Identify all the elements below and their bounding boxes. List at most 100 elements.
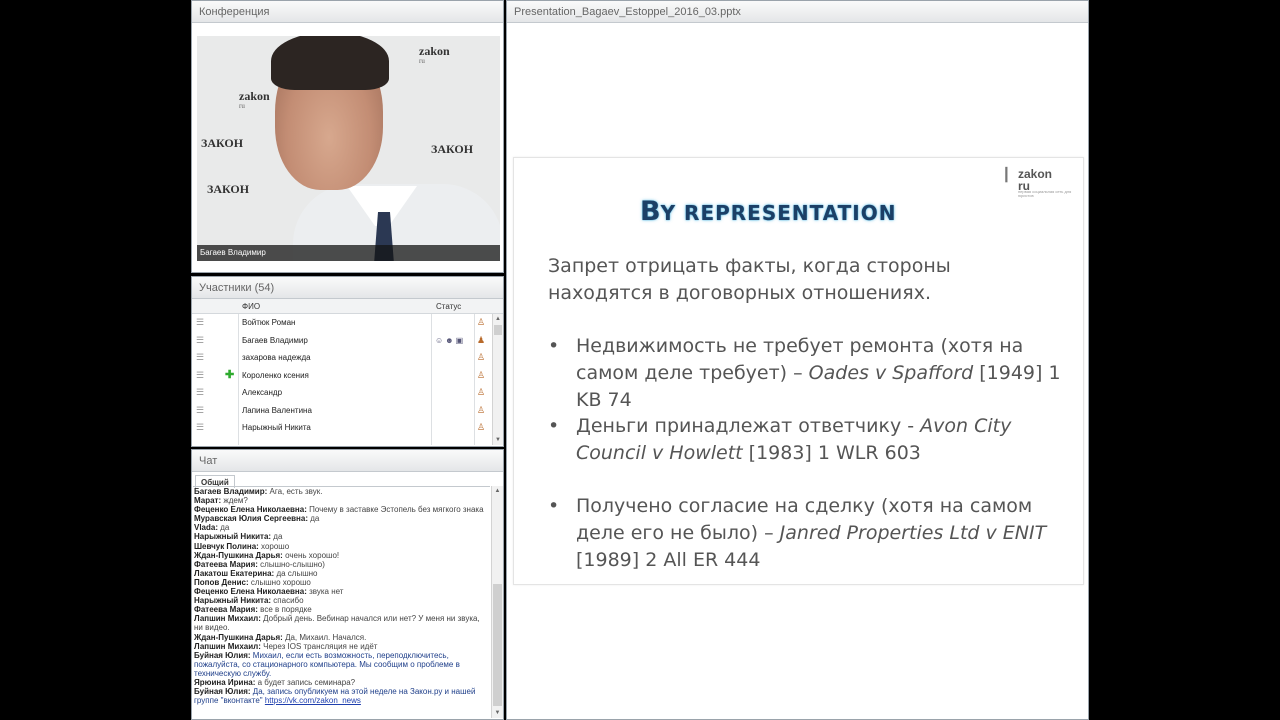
participant-row[interactable]: ☰ Войтюк Роман ♙ [192,314,503,332]
participant-row[interactable]: ☰ Нарыжный Никита ♙ [192,419,503,437]
chat-text: хорошо [258,541,290,551]
chat-message: Попов Денис: слышно хорошо [194,578,489,587]
chat-message: Муравская Юлия Сергеевна: да [194,514,489,523]
chat-message: Фатеева Мария: слышно-слышно) [194,560,489,569]
chat-message: Лапшин Михаил: Через IOS трансляция не и… [194,642,489,651]
chat-text: да [308,514,320,524]
chat-text: Ага, есть звук. [267,487,323,496]
chat-author: Лапшин Михаил: [194,614,261,624]
chat-author: Муравская Юлия Сергеевна: [194,514,309,524]
participant-row[interactable]: ☰ Александр ♙ [192,384,503,402]
slide-intro: Запрет отрицать факты, когда стороны нах… [548,255,951,304]
chat-author: Багаев Владимир: [194,487,268,496]
speaker-hair [271,36,389,90]
scroll-up-icon[interactable]: ▲ [492,486,503,496]
chat-author: Феценко Елена Николаевна: [194,587,307,597]
participant-name: захарова надежда [242,353,311,362]
speaker-video: zakonru zakonru ЗАКОН ЗАКОН ЗАКОН zakonr… [197,36,500,261]
chat-author: Ждан-Пушкина Дарья: [194,550,283,560]
presenter-user-icon: ♟ [477,334,486,345]
chat-text: Да, Михаил. Начался. [282,632,367,642]
raise-hand-plus-icon: ✚ [225,368,235,381]
zakon-logo: ꟾ zakon ru первая социальная сеть для юри… [1004,167,1072,198]
slide-bullet: Деньги принадлежат ответчику - Avon City… [548,413,1081,467]
chat-author: Буйная Юлия: [194,650,251,660]
participants-table-header: ФИО Статус [192,299,503,314]
row-menu-icon[interactable]: ☰ [196,402,204,420]
row-menu-icon[interactable]: ☰ [196,384,204,402]
chat-text: слышно хорошо [248,577,311,587]
chat-message: Багаев Владимир: Ага, есть звук. [194,487,489,496]
chat-message: Лапшин Михаил: Добрый день. Вебинар нача… [194,614,489,632]
participant-name: Александр [242,388,283,397]
chat-message: Феценко Елена Николаевна: Почему в заста… [194,505,489,514]
user-icon: ♙ [477,352,486,362]
chat-log: Багаев Владимир: Ага, есть звук. Марат: ж… [193,486,490,716]
chat-text: все в порядке [257,605,312,615]
chat-text: да [271,532,283,542]
chat-text: Через IOS трансляция не идёт [260,641,378,651]
chat-message: Нарыжный Никита: спасибо [194,596,489,605]
chat-author: Ждан-Пушкина Дарья: [194,632,283,642]
participant-row[interactable]: ☰ Лапина Валентина ♙ [192,402,503,420]
chat-text: спасибо [271,596,304,606]
chat-author: Vlada: [194,523,219,533]
wall-logo: ЗАКОН [431,142,474,156]
row-menu-icon[interactable]: ☰ [196,332,204,350]
row-menu-icon[interactable]: ☰ [196,367,204,385]
wall-logo: zakonru [419,44,450,65]
participant-name: Войтюк Роман [242,318,296,327]
slide-bullet: Недвижимость не требует ремонта (хотя на… [548,333,1081,414]
scroll-thumb[interactable] [494,325,502,335]
scroll-down-icon[interactable]: ▼ [492,708,503,718]
chat-text: а будет запись семинара? [255,677,356,687]
slide-bullet: Получено согласие на сделку (хотя на сам… [548,493,1081,574]
chat-text: очень хорошо! [282,550,340,560]
wall-logo: ЗАКОН [207,182,250,196]
chat-author: Фатеева Мария: [194,559,258,569]
chat-link[interactable]: https://vk.com/zakon_news [265,696,361,705]
slide-title: BY REPRESENTATION [640,196,897,227]
row-menu-icon[interactable]: ☰ [196,314,204,332]
chat-author: Ярюина Ирина: [194,677,256,687]
presentation-slide: ꟾ zakon ru первая социальная сеть для юри… [513,157,1084,585]
scroll-thumb[interactable] [493,584,502,706]
participant-name: Нарыжный Никита [242,423,311,432]
chat-message: Феценко Елена Николаевна: звука нет [194,587,489,596]
scroll-up-icon[interactable]: ▲ [493,314,503,324]
chat-text: да слышно [274,568,318,578]
chat-message: Марат: ждем? [194,496,489,505]
chat-message: Ждан-Пушкина Дарья: Да, Михаил. Начался. [194,633,489,642]
user-icon: ♙ [477,404,486,415]
user-icon: ♙ [477,317,486,327]
chat-author: Феценко Елена Николаевна: [194,505,307,515]
chat-message: Буйная Юлия: Да, запись опубликуем на эт… [194,687,489,705]
scroll-down-icon[interactable]: ▼ [493,435,503,445]
chat-author: Нарыжный Никита: [194,532,272,542]
chat-text: да [218,523,230,533]
participant-row[interactable]: ☰ захарова надежда ♙ [192,349,503,367]
chat-author: Попов Денис: [194,577,249,587]
chat-panel: Чат Общий Багаев Владимир: Ага, есть зву… [191,449,504,720]
participants-scrollbar[interactable]: ▲ ▼ [492,314,503,445]
chat-message: Vlada: да [194,523,489,532]
column-status[interactable]: Статус [436,299,461,314]
chat-author: Лапшин Михаил: [194,641,261,651]
participant-name: Короленко ксения [242,370,309,380]
chat-message: Фатеева Мария: все в порядке [194,605,489,614]
chat-text: звука нет [306,587,344,597]
participant-row[interactable]: ☰ ✚ Короленко ксения ♙ [192,367,503,385]
chat-header: Чат [192,450,503,472]
column-name[interactable]: ФИО [242,299,260,314]
chat-text: ждем? [221,496,248,506]
user-icon: ♙ [477,387,486,397]
participant-name: Багаев Владимир [242,335,308,345]
participant-name: Лапина Валентина [242,405,312,415]
row-menu-icon[interactable]: ☰ [196,349,204,367]
chat-author: Нарыжный Никита: [194,596,272,606]
chat-scrollbar[interactable]: ▲ ▼ [491,486,503,718]
participant-row[interactable]: ☰ Багаев Владимир ☺☻▣ ♟ [192,332,503,350]
row-menu-icon[interactable]: ☰ [196,419,204,437]
participants-table: ФИО Статус ☰ Войтюк Роман ♙ ☰ Багаев Вла… [192,299,503,445]
chat-author: Фатеева Мария: [194,605,258,615]
